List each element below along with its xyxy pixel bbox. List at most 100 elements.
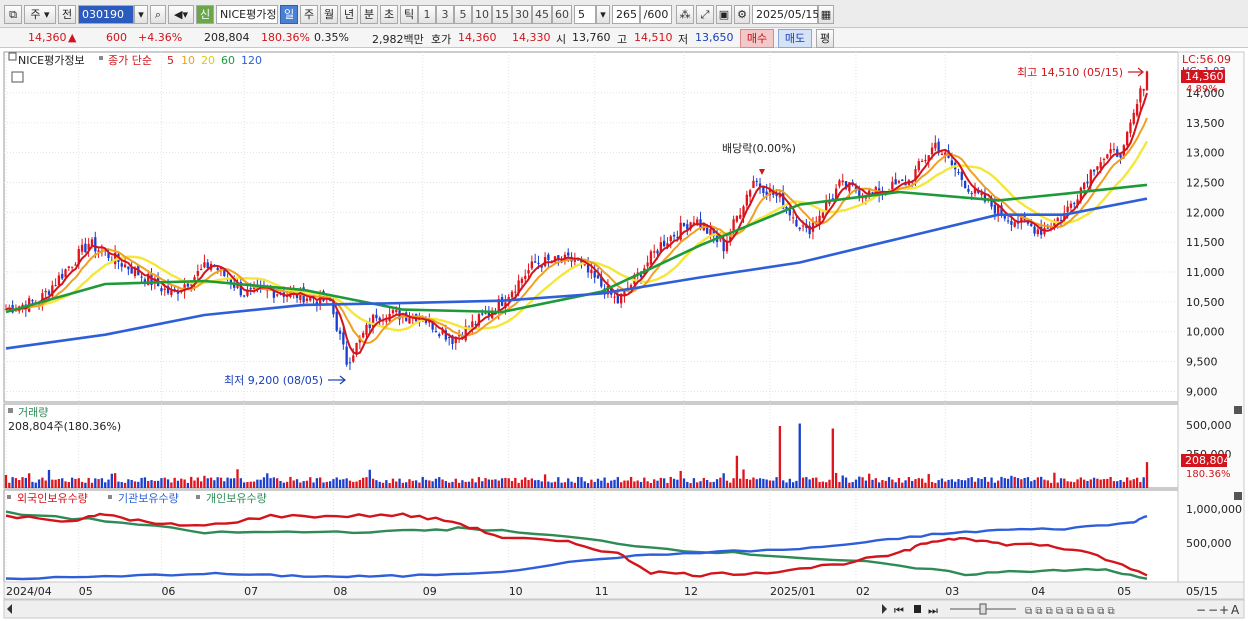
interval-3[interactable]: 3: [436, 5, 454, 24]
candle-body: [338, 330, 342, 334]
volume-bar: [484, 478, 487, 488]
calendar-icon[interactable]: ▦: [818, 5, 834, 24]
low-price: 13,650: [695, 31, 734, 44]
volume-bar: [140, 477, 143, 488]
candle-body: [547, 254, 550, 260]
volume-bar: [947, 479, 950, 488]
volume-bar: [362, 477, 365, 488]
stock-name-field[interactable]: NICE평가정: [216, 5, 278, 24]
period-select[interactable]: 주 ▾: [24, 5, 56, 24]
volume-bar: [147, 480, 150, 488]
font-size-icon[interactable]: A: [1231, 603, 1240, 617]
interval-input[interactable]: 5: [574, 5, 596, 24]
tab-year[interactable]: 년: [340, 5, 358, 24]
volume-bar: [954, 481, 957, 488]
tab-second[interactable]: 초: [380, 5, 398, 24]
volume-bar: [633, 481, 636, 488]
candle-body: [1112, 148, 1116, 150]
volume-bar: [1079, 477, 1083, 488]
tab-month[interactable]: 월: [320, 5, 338, 24]
volume-bar: [180, 478, 183, 488]
volume-bar: [259, 479, 262, 488]
volume-bar: [395, 481, 398, 488]
tab-minute[interactable]: 분: [360, 5, 378, 24]
rewind-icon[interactable]: ⏮: [894, 604, 904, 617]
volume-bar: [1092, 477, 1096, 488]
interval-30[interactable]: 30: [512, 5, 532, 24]
volume-bar: [580, 477, 583, 488]
volume-bar: [593, 481, 596, 488]
speaker-icon[interactable]: ◀▾: [168, 5, 194, 24]
save-icon[interactable]: ▣: [716, 5, 732, 24]
interval-60[interactable]: 60: [552, 5, 572, 24]
candle-body: [924, 159, 927, 161]
code-input[interactable]: 030190: [78, 5, 134, 24]
holding-panel[interactable]: [3, 489, 1179, 583]
sell-button[interactable]: 매도: [778, 29, 812, 48]
holding-panel-close-icon[interactable]: [1234, 492, 1242, 500]
stop-icon[interactable]: [914, 605, 921, 613]
candle-body: [1125, 131, 1129, 146]
layout-icons[interactable]: ⧉ ⧉ ⧉ ⧉ ⧉ ⧉ ⧉ ⧉ ⧉: [1025, 606, 1115, 617]
interval-10[interactable]: 10: [472, 5, 492, 24]
interval-5[interactable]: 5: [454, 5, 472, 24]
table-icon[interactable]: [11, 71, 24, 83]
volume-bar: [276, 478, 279, 488]
zoom-slider-handle[interactable]: [979, 603, 987, 615]
tab-tick[interactable]: 틱: [400, 5, 418, 24]
eval-button[interactable]: 평: [816, 29, 834, 48]
candle-body: [1102, 159, 1106, 161]
volume-bar: [1026, 477, 1030, 488]
volume-bar: [309, 477, 312, 488]
interval-dropdown-icon[interactable]: ▾: [596, 5, 610, 24]
interval-45[interactable]: 45: [532, 5, 552, 24]
volume-bar: [282, 482, 285, 488]
volume-panel-close-icon[interactable]: [1234, 406, 1242, 414]
volume-bar: [768, 480, 772, 488]
play-icon[interactable]: ⏭: [928, 604, 938, 617]
candle-body: [391, 310, 395, 314]
volume-bar: [636, 480, 639, 488]
buy-button[interactable]: 매수: [740, 29, 774, 48]
volume-bar: [1003, 478, 1006, 488]
window-icon[interactable]: ⧉: [4, 5, 22, 24]
volume-bar: [242, 482, 246, 488]
x-tick-label: 04: [1031, 585, 1045, 598]
count-input[interactable]: 265: [612, 5, 640, 24]
volume-bar: [322, 482, 325, 488]
gear-icon[interactable]: ⚙: [734, 5, 750, 24]
search-icon[interactable]: ⌕: [150, 5, 166, 24]
zoom-icon[interactable]: ⤢: [696, 5, 714, 24]
zoom-in-icon[interactable]: +: [1219, 603, 1229, 617]
tab-day[interactable]: 일: [280, 5, 298, 24]
tab-week[interactable]: 주: [300, 5, 318, 24]
tools-icon[interactable]: ⁂: [676, 5, 694, 24]
zoom-out-icon[interactable]: −: [1196, 603, 1206, 617]
volume-bar: [1089, 479, 1092, 488]
candle-body: [481, 313, 484, 315]
chart-svg[interactable]: 14,00013,50013,00012,50012,00011,50011,0…: [0, 48, 1248, 621]
volume-bar: [4, 474, 8, 488]
volume-bar: [431, 481, 434, 488]
code-dropdown-icon[interactable]: ▾: [134, 5, 148, 24]
candle-body: [140, 276, 143, 278]
volume-bar: [937, 480, 940, 488]
interval-15[interactable]: 15: [492, 5, 512, 24]
volume-bar: [289, 476, 292, 488]
candle-body: [1092, 169, 1096, 172]
volume-bar: [920, 478, 924, 488]
candle-body: [662, 240, 666, 247]
candle-body: [54, 285, 57, 287]
x-tick-label: 05: [1117, 585, 1131, 598]
price-panel[interactable]: [3, 51, 1179, 403]
low-label: 저: [678, 33, 689, 46]
volume-bar: [576, 476, 580, 488]
date-input[interactable]: 2025/05/15: [752, 5, 819, 24]
volume-bar: [57, 478, 61, 488]
volume-panel[interactable]: [3, 403, 1179, 489]
volume-bar: [828, 479, 831, 488]
high-price: 14,510: [634, 31, 673, 44]
prev-button[interactable]: 전: [58, 5, 76, 24]
interval-1[interactable]: 1: [418, 5, 436, 24]
minimize-icon[interactable]: −: [1208, 603, 1218, 617]
